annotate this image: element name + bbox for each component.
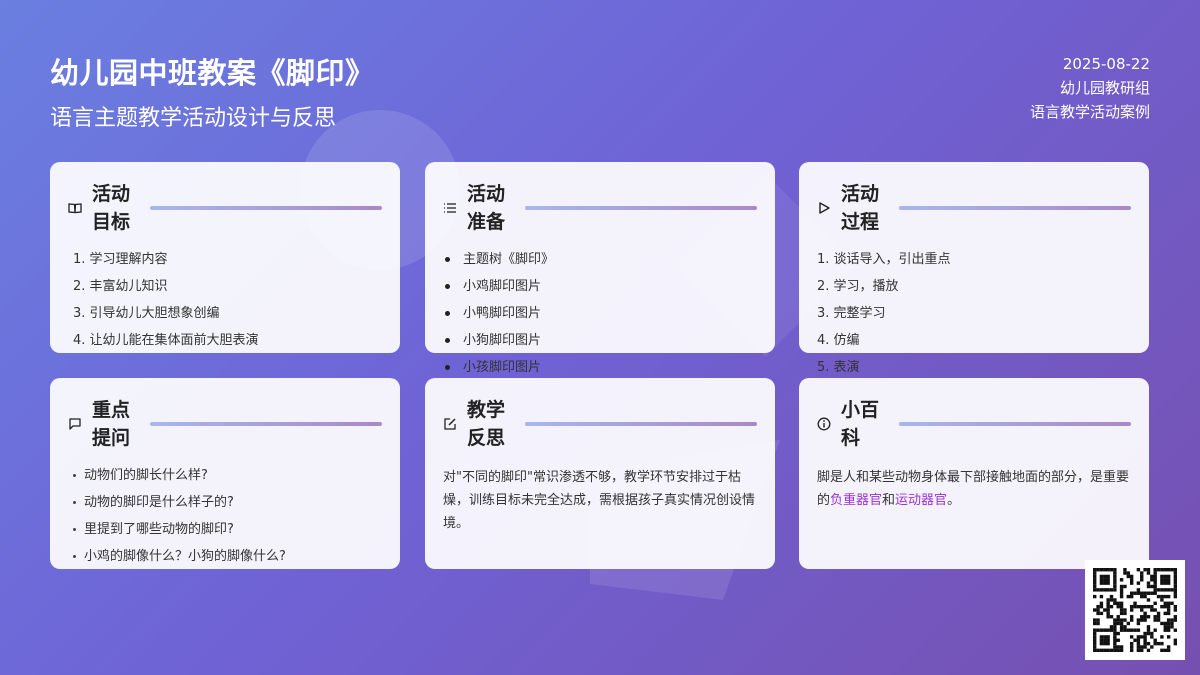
reflection-text: 对"不同的脚印"常识渗透不够，教学环节安排过于枯燥，训练目标未完全达成，需根据孩… xyxy=(443,470,756,531)
card-divider xyxy=(899,206,1131,210)
list-item: 1. 谈话导入，引出重点 xyxy=(817,252,951,267)
card-divider xyxy=(150,422,382,426)
play-icon xyxy=(817,201,831,215)
list-item: 动物的脚印是什么样子的? xyxy=(68,493,382,520)
edit-icon xyxy=(443,417,457,431)
list-item: 2. 学习，播放 xyxy=(817,279,899,294)
info-icon xyxy=(817,417,831,431)
card-header: 教学 反思 xyxy=(443,396,757,452)
list-item: 3. 引导幼儿大胆想象创编 xyxy=(73,306,220,321)
meta-group: 幼儿园教研组 xyxy=(1059,79,1150,97)
page-subtitle: 语言主题教学活动设计与反思 xyxy=(50,106,337,131)
card-reflection: 教学 反思 对"不同的脚印"常识渗透不够，教学环节安排过于枯燥，训练目标未完全达成… xyxy=(425,378,775,569)
card-title: 活动 目标 xyxy=(92,183,131,233)
card-divider xyxy=(899,422,1131,426)
list-item: 小鸭脚印图片 xyxy=(443,304,757,331)
highlight-term: 运动器官 xyxy=(895,493,948,508)
list-item: 里提到了哪些动物的脚印? xyxy=(68,520,382,547)
list-item: 动物们的脚长什么样? xyxy=(68,466,382,493)
card-divider xyxy=(525,422,757,426)
card-header: 小百科 xyxy=(817,396,1131,452)
highlight-term: 负重器官 xyxy=(830,493,883,508)
book-icon xyxy=(68,201,82,215)
card-title: 小百科 xyxy=(841,399,880,449)
list-item: 1. 学习理解内容 xyxy=(73,252,168,267)
card-header: 重点 提问 xyxy=(68,396,382,452)
list-item: 2. 丰富幼儿知识 xyxy=(73,279,168,294)
card-header: 活动 过程 xyxy=(817,180,1131,236)
list-item: 小鸡脚印图片 xyxy=(443,277,757,304)
list-icon xyxy=(443,201,457,215)
encyclopedia-text: 脚是人和某些动物身体最下部接触地面的部分，是重要的负重器官和运动器官。 xyxy=(817,470,1130,508)
card-header: 活动 准备 xyxy=(443,180,757,236)
meta-date: 2025-08-22 xyxy=(1062,55,1150,73)
list-item: 主题树《脚印》 xyxy=(443,250,757,277)
card-activity-process: 活动 过程 1. 谈话导入，引出重点 2. 学习，播放 3. 完整学习 4. 仿编… xyxy=(799,162,1149,375)
card-divider xyxy=(525,206,757,210)
card-title: 活动 过程 xyxy=(841,183,880,233)
card-encyclopedia: 小百科 脚是人和某些动物身体最下部接触地面的部分，是重要的负重器官和运动器官。 xyxy=(799,378,1149,569)
list-item: 3. 完整学习 xyxy=(817,306,886,321)
card-key-questions: 重点 提问 动物们的脚长什么样? 动物的脚印是什么样子的? 里提到了哪些动物的脚印… xyxy=(50,378,400,569)
list-item: 4. 让幼儿能在集体面前大胆表演 xyxy=(73,333,259,348)
questions-list: 动物们的脚长什么样? 动物的脚印是什么样子的? 里提到了哪些动物的脚印? 小鸡的… xyxy=(68,466,382,574)
goals-list: 1. 学习理解内容 2. 丰富幼儿知识 3. 引导幼儿大胆想象创编 4. 让幼儿… xyxy=(68,250,382,358)
card-divider xyxy=(150,206,382,210)
qr-code xyxy=(1085,560,1185,660)
page-title: 幼儿园中班教案《脚印》 xyxy=(50,56,375,90)
list-item: 小狗脚印图片 xyxy=(443,331,757,358)
card-activity-goals: 活动 目标 1. 学习理解内容 2. 丰富幼儿知识 3. 引导幼儿大胆想象创编 4… xyxy=(50,162,400,353)
card-activity-prep: 活动 准备 主题树《脚印》 小鸡脚印图片 小鸭脚印图片 小狗脚印图片 小孩脚印图片 xyxy=(425,162,775,375)
process-list: 1. 谈话导入，引出重点 2. 学习，播放 3. 完整学习 4. 仿编 5. 表… xyxy=(817,250,1131,385)
card-header: 活动 目标 xyxy=(68,180,382,236)
meta-info: 2025-08-22 幼儿园教研组 语言教学活动案例 xyxy=(1030,52,1150,124)
page-header: 幼儿园中班教案《脚印》 语言主题教学活动设计与反思 xyxy=(50,50,375,132)
prep-list: 主题树《脚印》 小鸡脚印图片 小鸭脚印图片 小狗脚印图片 小孩脚印图片 xyxy=(443,250,757,385)
card-title: 教学 反思 xyxy=(467,399,506,449)
list-item: 小鸡的脚像什么？小狗的脚像什么? xyxy=(68,547,382,574)
card-title: 重点 提问 xyxy=(92,399,131,449)
list-item: 4. 仿编 xyxy=(817,333,860,348)
meta-category: 语言教学活动案例 xyxy=(1029,103,1150,121)
chat-bubble-icon xyxy=(68,417,82,431)
card-title: 活动 准备 xyxy=(467,183,506,233)
